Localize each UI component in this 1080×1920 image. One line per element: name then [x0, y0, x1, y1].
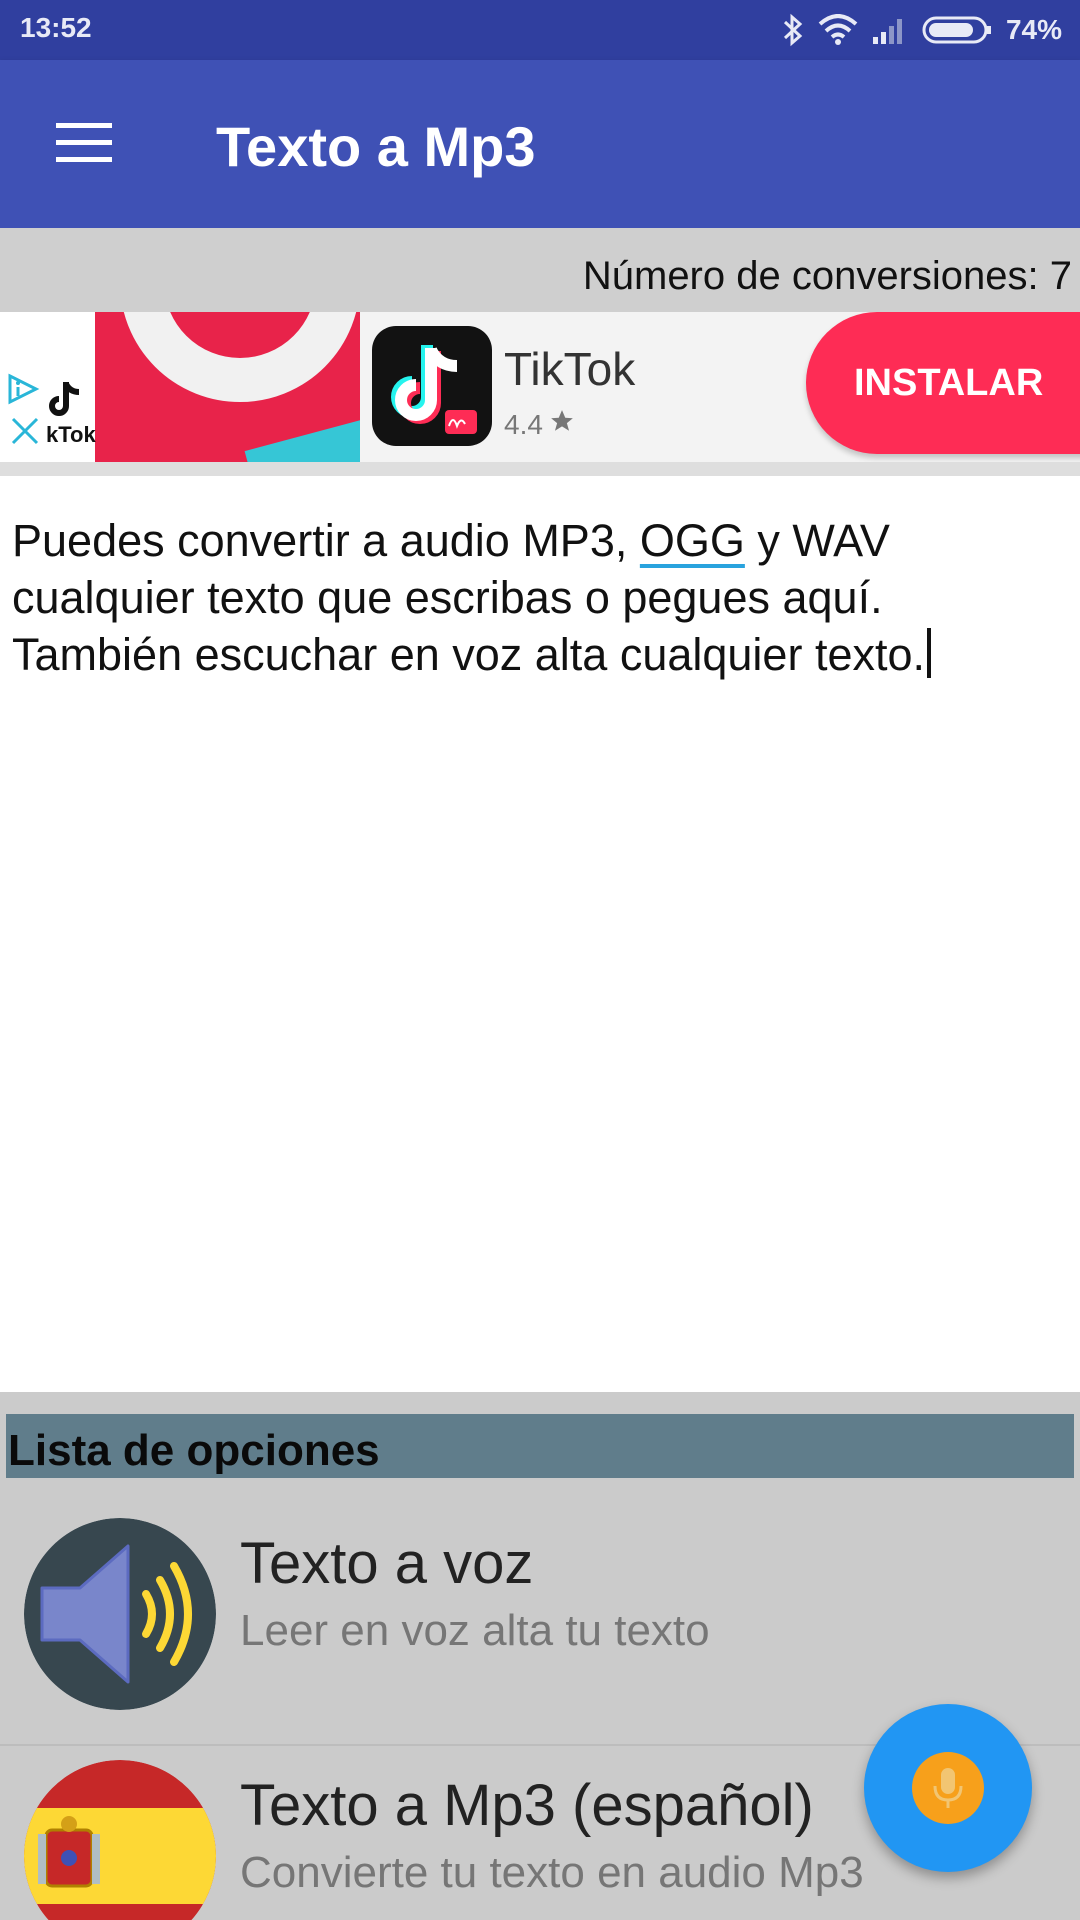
signal-icon — [872, 15, 908, 45]
speaker-icon — [24, 1518, 216, 1710]
text-editor[interactable]: Puedes convertir a audio MP3, OGG y WAV … — [0, 476, 1080, 1392]
option-title: Texto a voz — [240, 1531, 534, 1596]
option-text-to-speech[interactable]: Texto a voz Leer en voz alta tu texto — [0, 1504, 1080, 1742]
star-icon — [549, 408, 575, 441]
microphone-icon — [912, 1752, 984, 1824]
status-time: 13:52 — [20, 12, 92, 43]
hamburger-menu-icon — [54, 121, 114, 170]
ad-install-button[interactable]: INSTALAR — [806, 312, 1080, 454]
options-header-label: Lista de opciones — [8, 1426, 380, 1475]
voice-input-fab[interactable] — [864, 1704, 1032, 1872]
options-header: Lista de opciones — [6, 1414, 1074, 1478]
ad-rating-value: 4.4 — [504, 408, 543, 440]
ad-mini-label: kTok — [46, 422, 96, 447]
conversion-counter-bar: Número de conversiones: 7 — [0, 228, 1080, 312]
conversion-counter: Número de conversiones: 7 — [582, 254, 1072, 298]
tiktok-logo-icon — [46, 378, 86, 423]
tiktok-app-icon[interactable] — [372, 326, 492, 446]
wifi-icon — [818, 14, 858, 46]
option-title: Texto a Mp3 (español) — [240, 1773, 814, 1838]
text-cursor — [927, 628, 932, 678]
battery-icon — [922, 15, 992, 45]
editor-text-spellcheck-word[interactable]: OGG — [640, 515, 745, 566]
editor-text[interactable]: Puedes convertir a audio MP3, OGG y WAV … — [12, 512, 1062, 683]
spain-flag-icon — [24, 1760, 216, 1920]
app-title: Texto a Mp3 — [216, 115, 536, 178]
ad-close-icon[interactable] — [10, 416, 40, 451]
app-bar: Texto a Mp3 — [0, 60, 1080, 228]
status-bar: 13:52 74% — [0, 0, 1080, 60]
battery-percentage: 74% — [1005, 14, 1062, 45]
ad-rating: 4.4 — [504, 408, 575, 441]
ad-banner[interactable]: kTok TikTok 4.4 INSTALAR — [0, 312, 1080, 462]
bluetooth-icon — [782, 13, 804, 47]
status-icons: 74% — [782, 10, 1062, 50]
menu-button[interactable] — [40, 110, 128, 180]
editor-text-part1: Puedes convertir a audio MP3, — [12, 515, 640, 566]
option-subtitle: Convierte tu texto en audio Mp3 — [240, 1848, 864, 1897]
adchoices-icon[interactable] — [6, 372, 40, 411]
ad-app-name[interactable]: TikTok — [504, 342, 635, 396]
option-subtitle: Leer en voz alta tu texto — [240, 1606, 710, 1655]
ad-divider — [0, 462, 1080, 476]
